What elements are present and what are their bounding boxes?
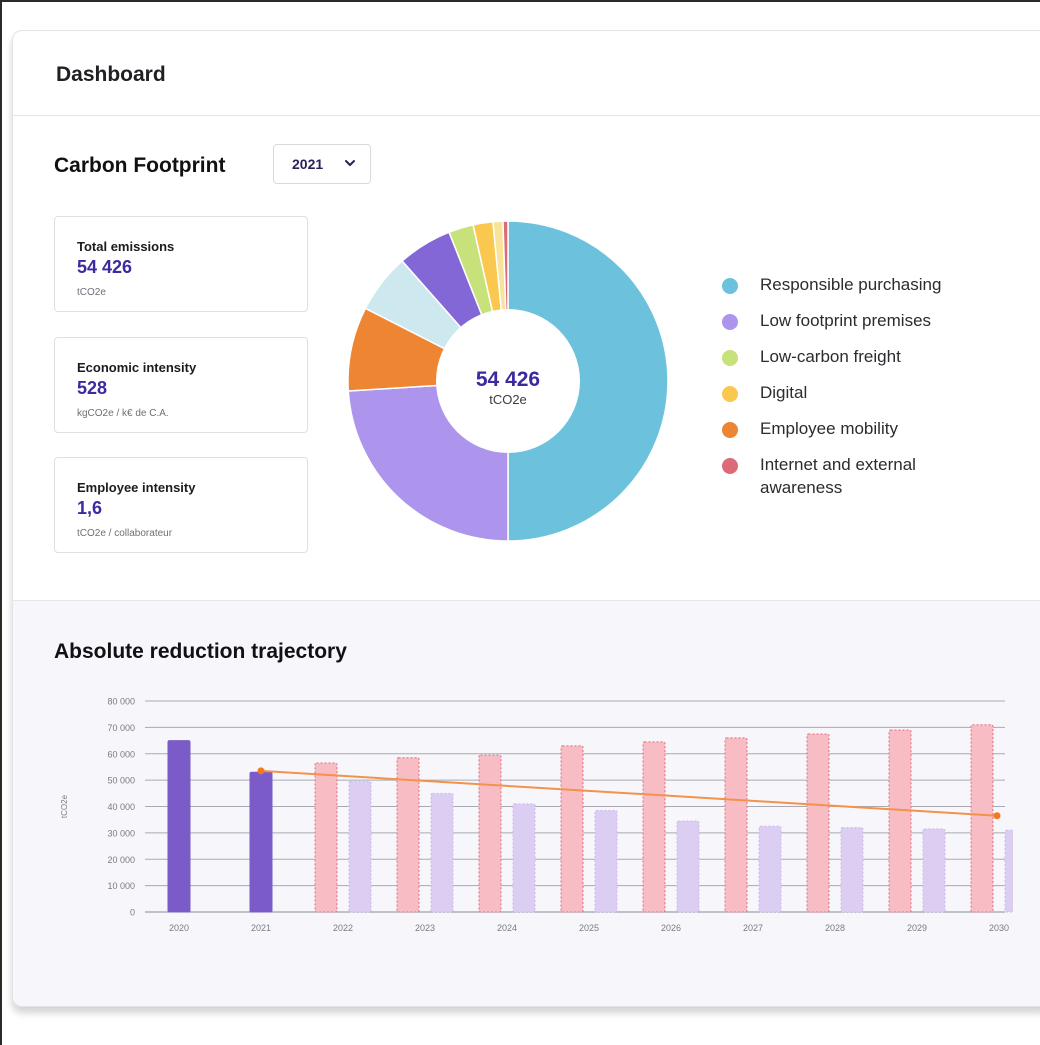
trajectory-section: Absolute reduction trajectory 0 10 000 20 … [13, 600, 1040, 1006]
x-tick-label: 2021 [251, 923, 271, 933]
trend-point [993, 812, 1001, 820]
kpi-label: Total emissions [77, 239, 175, 254]
legend-item: Digital [718, 379, 1040, 415]
kpi-total-emissions: Total emissions 54 426 tCO2e [54, 216, 308, 312]
x-tick-label: 2024 [497, 923, 517, 933]
trajectory-title: Absolute reduction trajectory [54, 640, 347, 663]
x-tick-label: 2022 [333, 923, 353, 933]
y-tick-label: 80 000 [107, 697, 135, 707]
page-title: Dashboard [56, 63, 166, 86]
year-select[interactable]: 2021 [273, 144, 371, 184]
trend-point [257, 767, 265, 775]
y-tick-label: 30 000 [107, 828, 135, 838]
bar [724, 737, 748, 913]
donut-center-unit: tCO2e [489, 392, 527, 407]
legend-item: Responsible purchasing [718, 271, 1040, 307]
bar [348, 780, 372, 913]
y-tick-label: 60 000 [107, 749, 135, 759]
bar [642, 741, 666, 913]
reduction-trajectory-chart: 0 10 000 20 000 30 000 40 000 50 000 60 000 70 … [60, 697, 1013, 933]
donut-center-value: 54 426 [476, 368, 540, 391]
bar [167, 740, 191, 913]
bar [758, 825, 782, 913]
x-tick-label: 2030 [989, 923, 1009, 933]
donut-legend: Responsible purchasing Low footprint pre… [718, 271, 1040, 497]
y-tick-label: 40 000 [107, 802, 135, 812]
legend-item: Low footprint premises [718, 307, 1040, 343]
bar [1004, 829, 1013, 913]
legend-item: Employee mobility [718, 415, 1040, 451]
legend-label: Low-carbon freight [760, 347, 901, 366]
y-tick-label: 70 000 [107, 723, 135, 733]
dashboard-card: Dashboard Carbon Footprint 2021 Total em… [12, 30, 1040, 1007]
y-axis-label: tCO2e [60, 794, 69, 818]
chevron-down-icon [345, 160, 355, 166]
bar [512, 803, 536, 913]
bar [888, 729, 912, 913]
kpi-value: 528 [77, 378, 108, 398]
legend-item: Low-carbon freight [718, 343, 1040, 379]
x-tick-label: 2026 [661, 923, 681, 933]
legend-label: Internet and external awareness [760, 455, 916, 497]
trend-line [260, 769, 998, 817]
legend-dot [722, 350, 738, 366]
y-tick-label: 0 [130, 908, 135, 918]
y-tick-label: 10 000 [107, 881, 135, 891]
bar [430, 792, 454, 913]
bar [594, 809, 618, 913]
bar [806, 733, 830, 913]
y-tick-label: 20 000 [107, 855, 135, 865]
kpi-label: Employee intensity [77, 480, 196, 495]
bar [478, 754, 502, 913]
kpi-value: 1,6 [77, 498, 103, 518]
legend-dot [722, 278, 738, 294]
emissions-donut-chart: 54 426 tCO2e [347, 220, 669, 542]
x-tick-label: 2025 [579, 923, 599, 933]
kpi-employee-intensity: Employee intensity 1,6 tCO2e / collabora… [54, 457, 308, 553]
legend-item: Internet and external awareness [718, 451, 1040, 497]
bar [314, 762, 338, 913]
legend-label: Responsible purchasing [760, 275, 942, 294]
legend-dot [722, 386, 738, 402]
carbon-footprint-title: Carbon Footprint [54, 154, 226, 177]
legend-dot [722, 314, 738, 330]
year-select-value: 2021 [292, 156, 324, 172]
x-tick-label: 2027 [743, 923, 763, 933]
bar [560, 745, 584, 913]
legend-label: Digital [760, 383, 808, 402]
x-tick-label: 2020 [169, 923, 189, 933]
legend-label: Low footprint premises [760, 311, 932, 330]
bar [970, 724, 994, 913]
x-tick-label: 2028 [825, 923, 845, 933]
bar [840, 827, 864, 913]
kpi-unit: tCO2e [77, 287, 106, 298]
legend-label: Employee mobility [760, 419, 898, 438]
kpi-unit: tCO2e / collaborateur [77, 528, 173, 539]
x-tick-label: 2023 [415, 923, 435, 933]
legend-dot [722, 458, 738, 474]
dashboard-header: Dashboard [13, 31, 1040, 116]
bar [676, 820, 700, 913]
y-tick-label: 50 000 [107, 776, 135, 786]
kpi-unit: kgCO2e / k€ de C.A. [77, 408, 169, 419]
legend-dot [722, 422, 738, 438]
bar [922, 828, 946, 913]
x-tick-label: 2029 [907, 923, 927, 933]
bar [249, 771, 273, 913]
carbon-footprint-section: Carbon Footprint 2021 Total emissions 54… [13, 116, 1040, 600]
kpi-economic-intensity: Economic intensity 528 kgCO2e / k€ de C.… [54, 337, 308, 433]
kpi-label: Economic intensity [77, 360, 197, 375]
kpi-value: 54 426 [77, 257, 133, 277]
